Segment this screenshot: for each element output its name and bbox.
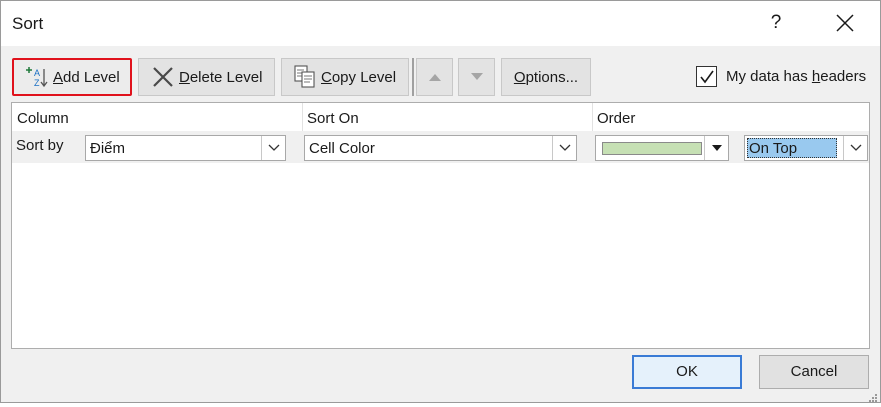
checkmark-icon	[700, 70, 714, 84]
header-divider	[592, 103, 593, 131]
svg-text:Z: Z	[34, 78, 40, 88]
move-up-button[interactable]	[416, 58, 453, 96]
chevron-down-icon	[850, 144, 862, 151]
sort-dialog: Sort ? A Z Add Level Delete Level Copy L…	[0, 0, 881, 403]
copy-icon	[294, 65, 316, 89]
ok-button[interactable]: OK	[632, 355, 742, 389]
order-color-select[interactable]	[595, 135, 729, 161]
move-down-button[interactable]	[458, 58, 495, 96]
options-label: Options...	[513, 68, 579, 86]
sort-level-row[interactable]: Sort by Điểm Cell Color On Top	[12, 131, 869, 163]
chevron-down-icon	[559, 144, 571, 151]
options-button[interactable]: Options...	[501, 58, 591, 96]
column-select[interactable]: Điểm	[85, 135, 286, 161]
delete-x-icon	[151, 65, 175, 89]
headers-checkbox-label: My data has headers	[726, 68, 867, 85]
add-level-label: Add Level	[53, 68, 120, 86]
sort-on-select-value: Cell Color	[309, 140, 375, 157]
sort-by-label: Sort by	[16, 137, 64, 154]
add-sort-icon: A Z	[25, 65, 49, 89]
resize-grip-icon[interactable]	[868, 390, 878, 402]
svg-text:A: A	[34, 68, 40, 78]
sort-on-dropdown-button[interactable]	[552, 136, 576, 160]
color-swatch	[602, 142, 702, 155]
help-button[interactable]: ?	[759, 7, 793, 39]
triangle-down-icon	[712, 145, 722, 151]
close-icon	[836, 14, 854, 32]
header-divider	[302, 103, 303, 131]
headers-checkbox[interactable]	[696, 66, 717, 87]
position-select[interactable]: On Top	[744, 135, 868, 161]
triangle-up-icon	[428, 74, 441, 81]
sort-on-select[interactable]: Cell Color	[304, 135, 577, 161]
cancel-button[interactable]: Cancel	[759, 355, 869, 389]
triangle-down-icon	[470, 73, 483, 80]
dialog-title: Sort	[12, 14, 44, 33]
copy-level-label: Copy Level	[321, 68, 397, 86]
column-select-value: Điểm	[90, 140, 126, 157]
position-dropdown-button[interactable]	[843, 136, 867, 160]
copy-level-button[interactable]: Copy Level	[281, 58, 409, 96]
close-button[interactable]	[823, 7, 867, 39]
column-header-sort-on: Sort On	[307, 110, 359, 127]
position-selected-highlight: On Top	[747, 138, 837, 158]
order-color-dropdown-button[interactable]	[704, 136, 728, 160]
chevron-down-icon	[268, 144, 280, 151]
toolbar-separator	[412, 58, 414, 96]
column-header-column: Column	[17, 110, 69, 127]
sort-levels-grid: Column Sort On Order Sort by Điểm Cell C…	[11, 102, 870, 349]
add-level-button[interactable]: A Z Add Level	[12, 58, 132, 96]
delete-level-button[interactable]: Delete Level	[138, 58, 275, 96]
column-header-order: Order	[597, 110, 636, 127]
headers-checkbox-group[interactable]: My data has headers	[696, 66, 866, 87]
column-dropdown-button[interactable]	[261, 136, 285, 160]
grid-header: Column Sort On Order	[12, 103, 869, 131]
title-bar: Sort ?	[1, 1, 880, 46]
delete-level-label: Delete Level	[179, 68, 263, 86]
position-select-value: On Top	[749, 140, 798, 157]
